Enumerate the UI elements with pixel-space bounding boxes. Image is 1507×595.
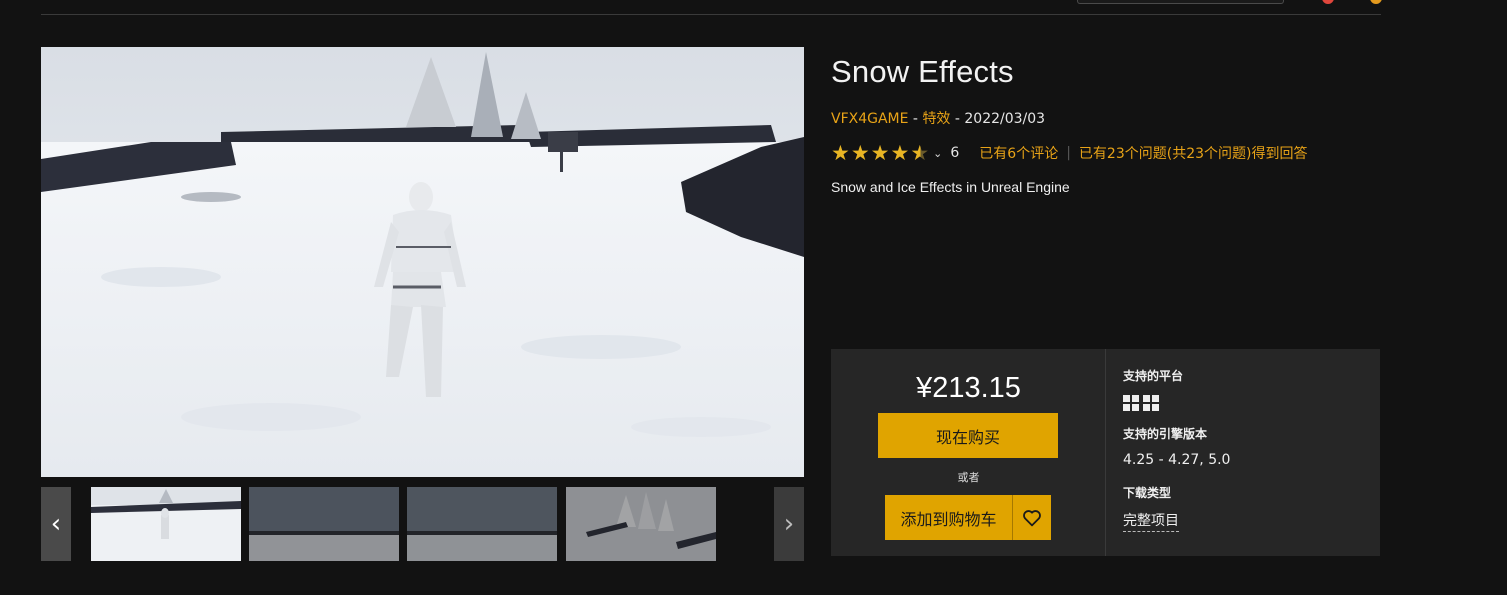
or-label: 或者 — [957, 471, 980, 484]
user-avatar[interactable] — [1370, 0, 1382, 4]
thumbnail-4[interactable] — [566, 487, 716, 561]
rating-row: ★ ★ ★ ★ ★ ⌄ 6 已有6个评论 | 已有23个问题(共23个问题)得到… — [831, 142, 1307, 164]
chevron-down-icon[interactable]: ⌄ — [933, 147, 942, 160]
windows-icon — [1143, 395, 1159, 411]
chevron-right-icon: › — [783, 509, 795, 539]
seller-link[interactable]: VFX4GAME — [831, 111, 908, 127]
rating-stars[interactable]: ★ ★ ★ ★ ★ — [831, 140, 930, 165]
star-icon: ★ — [831, 140, 850, 165]
snow-scene-image — [41, 47, 804, 477]
chevron-left-icon: ‹ — [50, 509, 62, 539]
price: ¥213.15 — [916, 372, 1021, 404]
platforms-label: 支持的平台 — [1123, 369, 1184, 383]
heart-icon — [1023, 509, 1041, 526]
star-half-icon: ★ — [910, 140, 930, 165]
wishlist-button[interactable] — [1012, 495, 1051, 540]
windows-icon — [1123, 395, 1139, 411]
thumbnail-image — [91, 487, 241, 561]
buy-now-button[interactable]: 现在购买 — [878, 413, 1058, 458]
thumbnail-2[interactable] — [249, 487, 399, 561]
carousel-prev-button[interactable]: ‹ — [41, 487, 71, 561]
download-type-label: 下载类型 — [1123, 486, 1172, 500]
product-title: Snow Effects — [831, 54, 1014, 89]
release-date: 2022/03/03 — [964, 111, 1046, 127]
product-description: Snow and Ice Effects in Unreal Engine — [831, 179, 1070, 195]
carousel-next-button[interactable]: › — [774, 487, 804, 561]
add-to-cart-button[interactable]: 添加到购物车 — [885, 495, 1012, 540]
thumbnail-3[interactable] — [407, 487, 557, 561]
engine-versions: 4.25 - 4.27, 5.0 — [1123, 452, 1231, 468]
star-icon: ★ — [870, 140, 890, 165]
thumbnail-image — [566, 487, 716, 561]
thumbnail-image — [249, 487, 399, 561]
purchase-panel: ¥213.15 现在购买 或者 添加到购物车 支持的平台 支持的引擎版本 4.2… — [831, 349, 1380, 556]
star-icon: ★ — [850, 140, 870, 165]
product-details: 支持的平台 支持的引擎版本 4.25 - 4.27, 5.0 下载类型 完整项目 — [1123, 349, 1373, 556]
header-divider — [41, 14, 1381, 15]
thumbnail-1[interactable] — [91, 487, 241, 561]
rating-count: 6 — [950, 145, 960, 161]
star-icon: ★ — [890, 140, 910, 165]
product-meta: VFX4GAME - 特效 - 2022/03/03 — [831, 108, 1045, 128]
notification-badge[interactable] — [1322, 0, 1334, 4]
purchase-actions: ¥213.15 现在购买 或者 添加到购物车 — [831, 349, 1106, 556]
product-main-image[interactable] — [41, 47, 804, 477]
questions-link[interactable]: 已有23个问题(共23个问题)得到回答 — [1079, 143, 1308, 163]
meta-separator: - — [950, 111, 965, 127]
category-link[interactable]: 特效 — [922, 111, 950, 127]
divider: | — [1066, 145, 1071, 161]
thumbnail-image — [407, 487, 557, 561]
download-type[interactable]: 完整项目 — [1123, 510, 1179, 532]
reviews-link[interactable]: 已有6个评论 — [979, 143, 1058, 163]
meta-separator: - — [908, 111, 923, 127]
header-search-input[interactable] — [1077, 0, 1284, 4]
engine-versions-label: 支持的引擎版本 — [1123, 427, 1208, 441]
